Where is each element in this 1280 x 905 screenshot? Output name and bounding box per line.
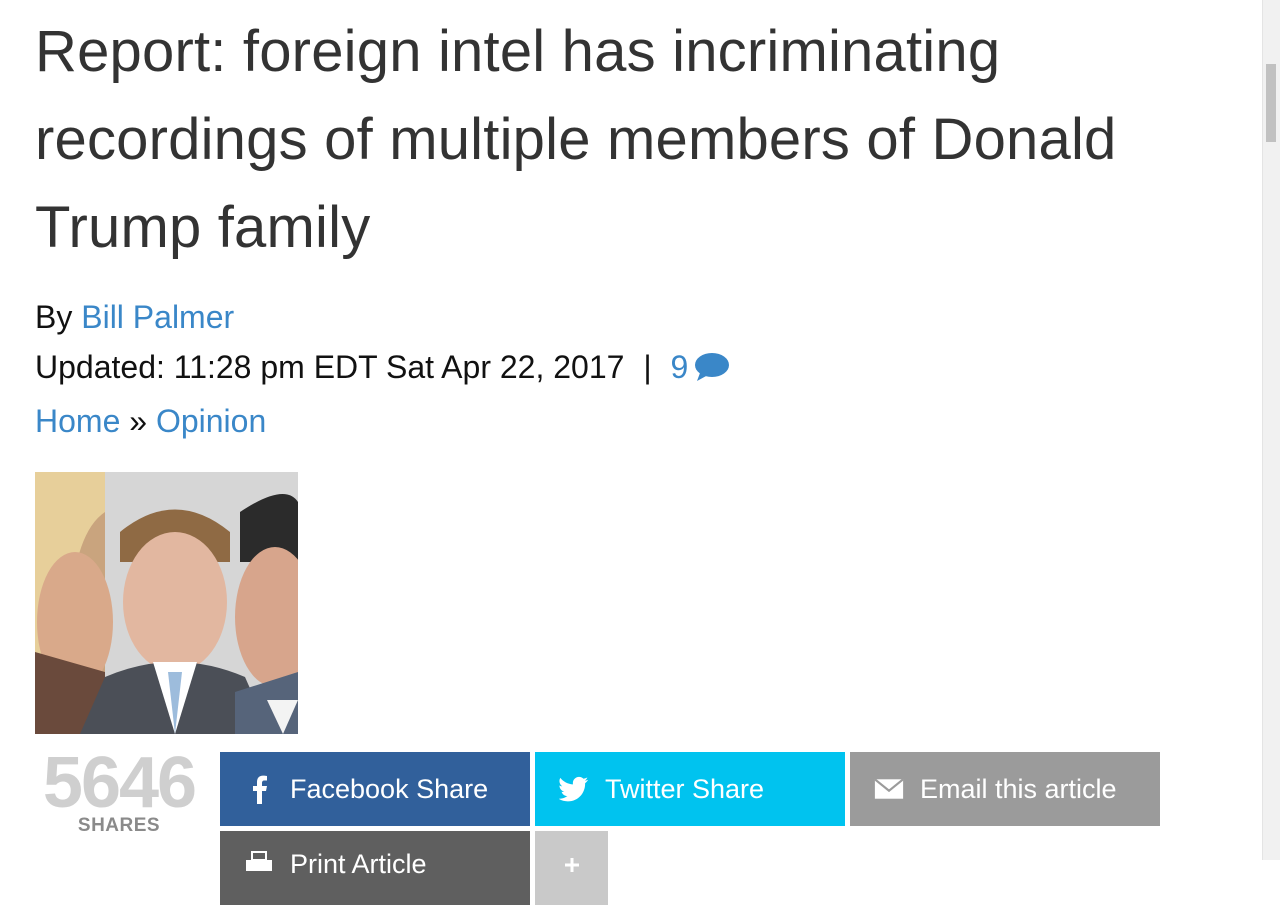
email-article-button[interactable]: Email this article <box>850 752 1160 826</box>
comment-bubble-icon <box>694 346 730 396</box>
breadcrumb-separator: » <box>129 403 148 439</box>
twitter-share-button[interactable]: Twitter Share <box>535 752 845 826</box>
breadcrumb-home[interactable]: Home <box>35 403 120 439</box>
meta-separator: | <box>643 349 652 385</box>
comment-count: 9 <box>670 349 689 385</box>
byline-prefix: By <box>35 299 73 335</box>
email-article-label: Email this article <box>920 773 1117 804</box>
vertical-scrollbar[interactable] <box>1262 0 1280 860</box>
facebook-icon <box>244 774 274 804</box>
updated-label: Updated: <box>35 349 165 385</box>
breadcrumb-opinion[interactable]: Opinion <box>156 403 266 439</box>
scrollbar-thumb[interactable] <box>1266 64 1276 142</box>
share-count: 5646 <box>42 743 197 823</box>
updated-time: 11:28 pm EDT Sat Apr 22, 2017 <box>173 349 625 385</box>
facebook-share-button[interactable]: Facebook Share <box>220 752 530 826</box>
twitter-icon <box>559 774 589 804</box>
print-article-label: Print Article <box>290 849 427 879</box>
article-title: Report: foreign intel has incriminating … <box>35 19 1117 260</box>
breadcrumb: Home » Opinion <box>35 396 1225 446</box>
article-photo <box>35 472 298 734</box>
share-counter: 5646 SHARES <box>35 745 203 837</box>
plus-icon <box>564 849 580 880</box>
article-header: Report: foreign intel has incriminating … <box>35 0 1225 446</box>
updated-line: Updated: 11:28 pm EDT Sat Apr 22, 2017 |… <box>35 342 1225 396</box>
facebook-share-label: Facebook Share <box>290 773 489 804</box>
twitter-share-label: Twitter Share <box>605 773 765 804</box>
envelope-icon <box>874 774 904 804</box>
print-article-button[interactable]: Print Article <box>220 831 530 905</box>
printer-icon <box>244 849 274 879</box>
byline: By Bill Palmer <box>35 292 1225 342</box>
comment-count-link[interactable]: 9 <box>671 349 731 385</box>
more-share-button[interactable] <box>535 831 608 905</box>
author-link[interactable]: Bill Palmer <box>81 299 234 335</box>
